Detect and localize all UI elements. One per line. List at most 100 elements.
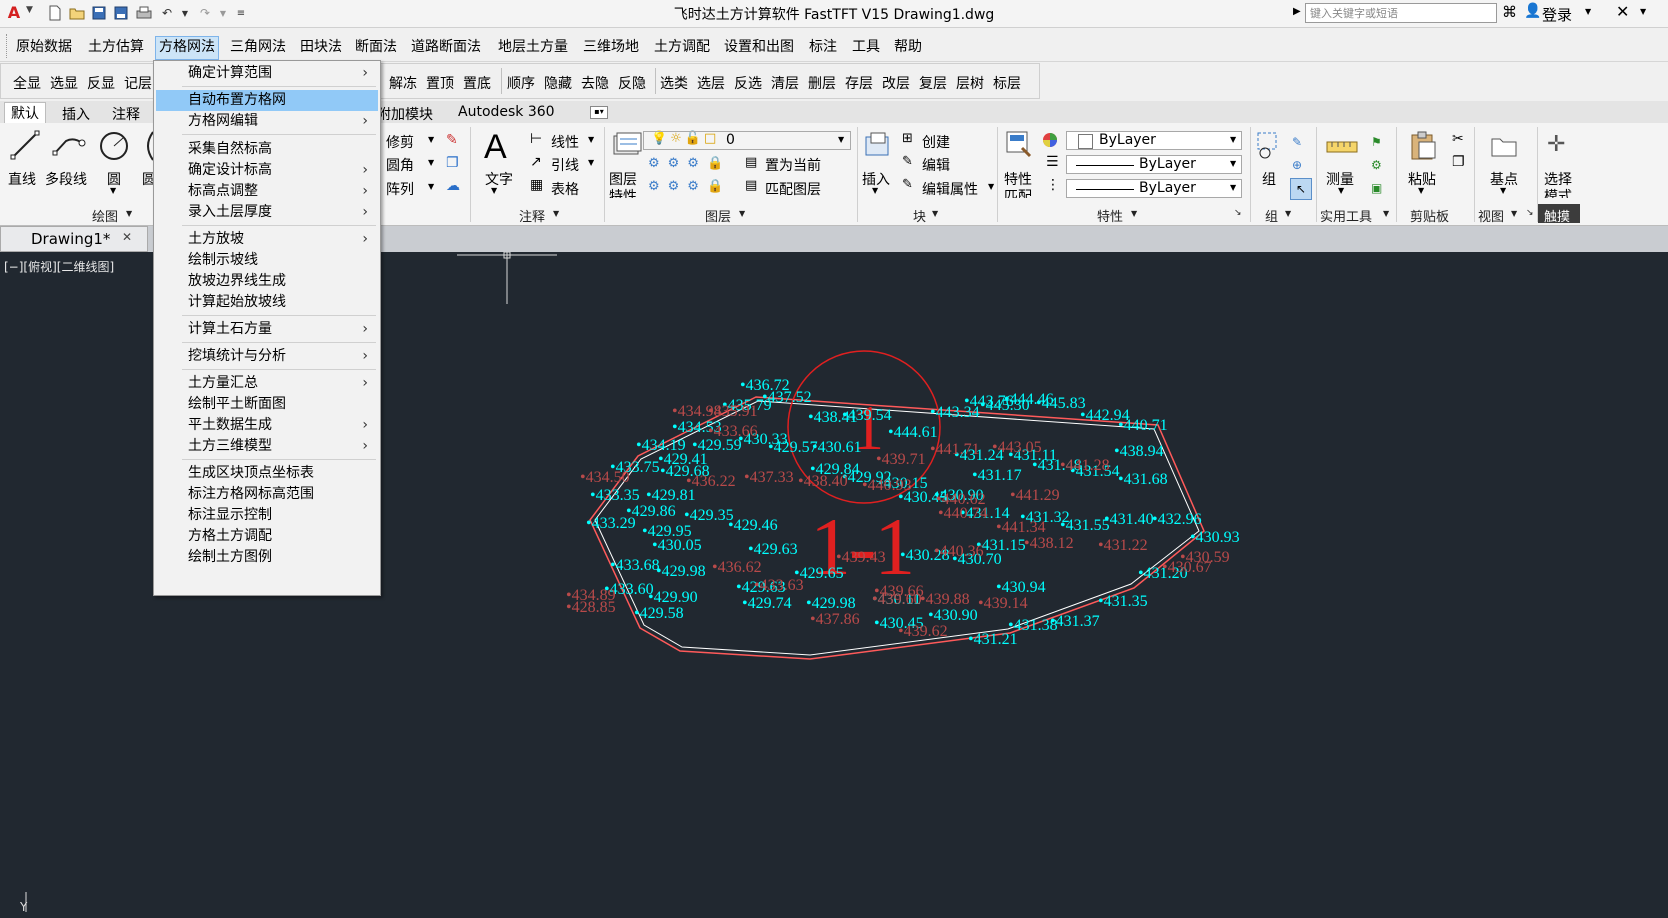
group-select-icon[interactable]: ↖ xyxy=(1290,178,1312,200)
edit-block-icon[interactable]: ✎ xyxy=(902,154,913,169)
menu-field-block[interactable]: 田块法 xyxy=(297,36,345,58)
tb-bring-top[interactable]: 置顶 xyxy=(426,73,454,93)
create-block-label[interactable]: 创建 xyxy=(922,132,950,152)
tb-hide[interactable]: 隐藏 xyxy=(544,73,572,93)
tb-send-bottom[interactable]: 置底 xyxy=(463,73,491,93)
view-panel-caption[interactable]: 视图 xyxy=(1478,206,1504,225)
base-point-icon[interactable] xyxy=(1490,133,1518,163)
text-tool-label[interactable]: 文字 xyxy=(485,169,513,189)
text-dropdown-icon[interactable]: ▼ xyxy=(491,186,497,195)
group-label[interactable]: 组 xyxy=(1262,169,1276,189)
menu-item-cut-fill-stats[interactable]: 挖填统计与分析 › xyxy=(154,346,380,367)
menu-item-slope-start-line[interactable]: 计算起始放坡线 xyxy=(154,292,380,313)
tb-clear-layer[interactable]: 清层 xyxy=(771,73,799,93)
tb-delete-layer[interactable]: 删层 xyxy=(808,73,836,93)
menu-tools[interactable]: 工具 xyxy=(849,36,883,58)
group-tools-icons[interactable]: ✎ ⊕ xyxy=(1292,131,1308,177)
circle-dropdown-icon[interactable]: ▼ xyxy=(110,186,116,195)
set-current-icon[interactable]: ▤ xyxy=(745,155,757,170)
ribbon-minimize-icon[interactable]: ▪▾ xyxy=(590,106,608,119)
layer-dropdown-arrow-icon[interactable]: ▼ xyxy=(838,135,844,144)
polyline-tool-icon[interactable] xyxy=(52,133,86,161)
leader-label[interactable]: 引线 xyxy=(551,155,579,175)
menu-item-slope[interactable]: 土方放坡 › xyxy=(154,229,380,250)
line-tool-icon[interactable] xyxy=(10,130,40,164)
leader-icon[interactable]: ↗ xyxy=(530,154,542,170)
menu-grid-method[interactable]: 方格网法 xyxy=(155,36,219,60)
tb-change-layer[interactable]: 改层 xyxy=(882,73,910,93)
match-layer-icon[interactable]: ▤ xyxy=(745,178,757,193)
groups-panel-dropdown-icon[interactable]: ▼ xyxy=(1285,209,1291,218)
tb-reverse-show[interactable]: 反显 xyxy=(87,73,115,93)
draw-panel-dropdown-icon[interactable]: ▼ xyxy=(126,209,132,218)
create-block-icon[interactable]: ⊞ xyxy=(902,131,913,146)
edit-attr-label[interactable]: 编辑属性 xyxy=(922,179,978,199)
fillet-dropdown-icon[interactable]: ▼ xyxy=(428,158,434,167)
measure-icon[interactable] xyxy=(1326,136,1358,160)
tab-autodesk-360[interactable]: Autodesk 360 xyxy=(458,104,555,120)
menu-item-design-elevation[interactable]: 确定设计标高 › xyxy=(154,160,380,181)
linear-dropdown-icon[interactable]: ▼ xyxy=(588,135,594,144)
circle-tool-icon[interactable] xyxy=(98,130,130,166)
menu-road-section[interactable]: 道路断面法 xyxy=(408,36,484,58)
menu-item-natural-elevation[interactable]: 采集自然标高 xyxy=(154,139,380,160)
insert-block-icon[interactable] xyxy=(862,131,892,165)
minimize-icon[interactable]: ✕ xyxy=(1616,2,1629,21)
tb-invert-select[interactable]: 反选 xyxy=(734,73,762,93)
menu-item-soil-thickness[interactable]: 录入土层厚度 › xyxy=(154,202,380,223)
draw-panel-caption[interactable]: 绘图 xyxy=(92,206,118,225)
select-mode-icon[interactable]: ✛ xyxy=(1547,132,1565,157)
menu-item-draw-legend[interactable]: 绘制土方图例 xyxy=(154,547,380,568)
tb-order[interactable]: 顺序 xyxy=(507,73,535,93)
tab-insert[interactable]: 插入 xyxy=(62,104,90,124)
menu-item-slope-boundary[interactable]: 放坡边界线生成 xyxy=(154,271,380,292)
menu-item-3d-model[interactable]: 土方三维模型 › xyxy=(154,436,380,457)
clipboard-panel-caption[interactable]: 剪贴板 xyxy=(1410,206,1449,225)
modify-fillet[interactable]: 圆角 xyxy=(386,155,414,175)
erase-icon[interactable]: ✎ xyxy=(446,132,458,148)
select-mode-label2[interactable]: 模式 xyxy=(1544,186,1572,198)
group-icon[interactable] xyxy=(1256,131,1282,165)
color-dropdown-arrow-icon[interactable]: ▼ xyxy=(1230,135,1236,144)
table-label[interactable]: 表格 xyxy=(551,179,579,199)
layer-dropdown[interactable]: 0 xyxy=(643,131,851,150)
tab-addins[interactable]: 附加模块 xyxy=(377,104,433,124)
edit-block-label[interactable]: 编辑 xyxy=(922,155,950,175)
login-dropdown-icon[interactable]: ▼ xyxy=(1585,7,1591,16)
linear-dim-label[interactable]: 线性 xyxy=(551,132,579,152)
layer-properties-label2[interactable]: 特性 xyxy=(609,186,637,198)
menu-item-label-display[interactable]: 标注显示控制 xyxy=(154,505,380,526)
touch-panel-caption[interactable]: 触摸 xyxy=(1544,206,1570,225)
set-current-label[interactable]: 置为当前 xyxy=(765,155,821,175)
modify-trim[interactable]: 修剪 xyxy=(386,132,414,152)
tb-layer-tree[interactable]: 层树 xyxy=(956,73,984,93)
tb-select-layer[interactable]: 选层 xyxy=(697,73,725,93)
menu-triangle-method[interactable]: 三角网法 xyxy=(227,36,289,58)
linetype-dropdown-arrow-icon[interactable]: ▼ xyxy=(1230,159,1236,168)
hatch-icon[interactable]: ☁ xyxy=(446,178,460,194)
help-dropdown-icon[interactable]: ▼ xyxy=(1640,7,1646,16)
tb-select-type[interactable]: 选类 xyxy=(660,73,688,93)
annotation-panel-dropdown-icon[interactable]: ▼ xyxy=(553,209,559,218)
match-layer-label[interactable]: 匹配图层 xyxy=(765,179,821,199)
view-panel-dropdown-icon[interactable]: ▼ xyxy=(1511,209,1517,218)
menu-item-grid-allocation[interactable]: 方格土方调配 xyxy=(154,526,380,547)
paste-dropdown-icon[interactable]: ▼ xyxy=(1418,186,1424,195)
menu-stratum-volume[interactable]: 地层土方量 xyxy=(495,36,571,58)
menu-item-level-data[interactable]: 平土数据生成 › xyxy=(154,415,380,436)
menu-item-draw-slope-lines[interactable]: 绘制示坡线 xyxy=(154,250,380,271)
menu-earthwork-estimate[interactable]: 土方估算 xyxy=(85,36,147,58)
tab-default[interactable]: 默认 xyxy=(4,102,46,124)
tb-record-layer[interactable]: 记层 xyxy=(124,73,152,93)
utilities-panel-caption[interactable]: 实用工具 xyxy=(1320,206,1372,225)
leader-dropdown-icon[interactable]: ▼ xyxy=(588,158,594,167)
utilities-panel-dropdown-icon[interactable]: ▼ xyxy=(1383,209,1389,218)
tb-thaw[interactable]: 解冻 xyxy=(389,73,417,93)
menu-item-vertex-table[interactable]: 生成区块顶点坐标表 xyxy=(154,463,380,484)
tb-copy-layer[interactable]: 复层 xyxy=(919,73,947,93)
tb-unhide[interactable]: 去隐 xyxy=(581,73,609,93)
login-link[interactable]: 登录 xyxy=(1542,4,1572,25)
trim-dropdown-icon[interactable]: ▼ xyxy=(428,135,434,144)
search-input[interactable]: 键入关键字或短语 xyxy=(1305,3,1497,23)
tb-select-show[interactable]: 选显 xyxy=(50,73,78,93)
